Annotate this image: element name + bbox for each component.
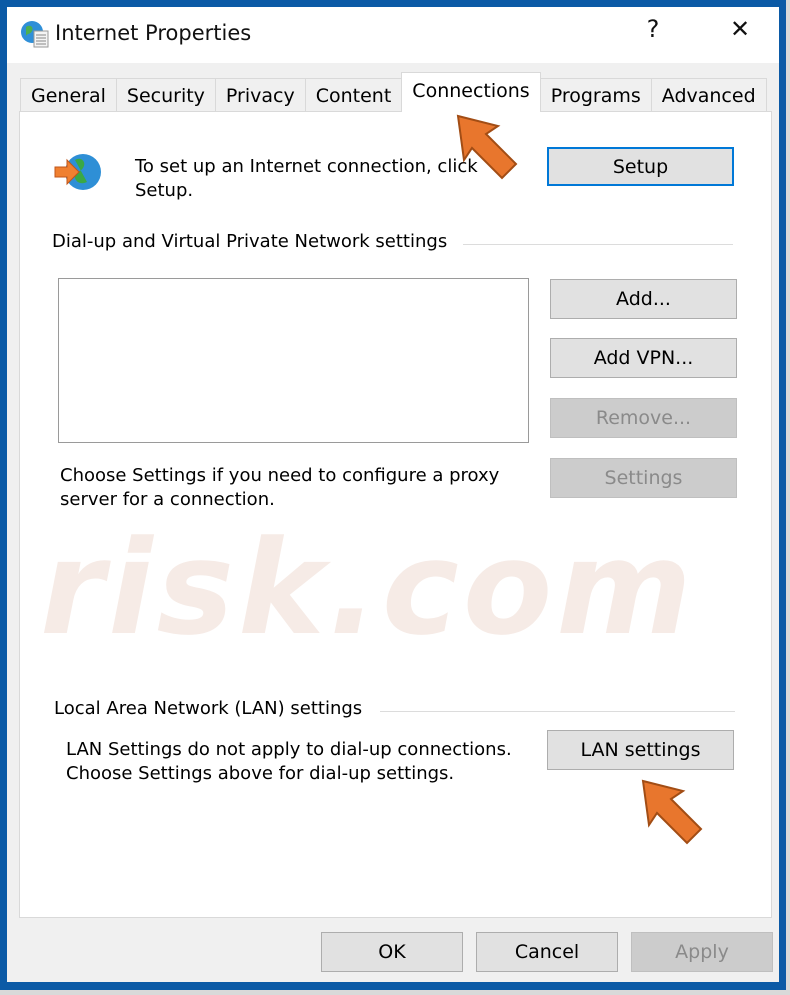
internet-options-icon <box>21 21 49 48</box>
remove-button[interactable]: Remove... <box>550 398 737 438</box>
tab-connections[interactable]: Connections <box>401 72 541 112</box>
window-title: Internet Properties <box>55 21 252 45</box>
tab-strip: General Security Privacy Content Connect… <box>20 72 767 112</box>
dialup-group-heading: Dial-up and Virtual Private Network sett… <box>52 231 448 252</box>
cancel-button[interactable]: Cancel <box>476 932 618 972</box>
tab-programs[interactable]: Programs <box>539 78 652 112</box>
lan-group-heading: Local Area Network (LAN) settings <box>54 698 363 719</box>
tab-security[interactable]: Security <box>115 78 216 112</box>
dialog-body: Internet Properties ? ✕ General Security… <box>7 7 779 982</box>
lan-description: LAN Settings do not apply to dial-up con… <box>66 739 512 784</box>
tab-content[interactable]: Content <box>304 78 403 112</box>
watermark: risk.com <box>40 512 696 664</box>
tab-general[interactable]: General <box>20 78 117 112</box>
connections-panel: risk.com To set up an Internet connectio… <box>19 111 772 918</box>
tab-privacy[interactable]: Privacy <box>214 78 306 112</box>
ok-button[interactable]: OK <box>321 932 463 972</box>
settings-button[interactable]: Settings <box>550 458 737 498</box>
add-button[interactable]: Add... <box>550 279 737 319</box>
divider <box>463 244 733 245</box>
title-bar: Internet Properties ? ✕ <box>7 7 779 63</box>
divider <box>380 711 735 712</box>
connection-wizard-icon <box>54 154 101 190</box>
lan-settings-button[interactable]: LAN settings <box>547 730 734 770</box>
setup-button[interactable]: Setup <box>547 147 734 186</box>
apply-button[interactable]: Apply <box>631 932 773 972</box>
dialog-window: Internet Properties ? ✕ General Security… <box>0 0 786 990</box>
connections-list[interactable] <box>58 278 529 443</box>
annotation-arrow-icon <box>641 779 703 845</box>
help-button[interactable]: ? <box>633 15 673 43</box>
annotation-arrow-icon <box>456 114 518 180</box>
tab-advanced[interactable]: Advanced <box>650 78 767 112</box>
add-vpn-button[interactable]: Add VPN... <box>550 338 737 378</box>
setup-description: To set up an Internet connection, click … <box>135 156 478 201</box>
proxy-description: Choose Settings if you need to configure… <box>60 465 500 510</box>
close-button[interactable]: ✕ <box>720 15 760 43</box>
